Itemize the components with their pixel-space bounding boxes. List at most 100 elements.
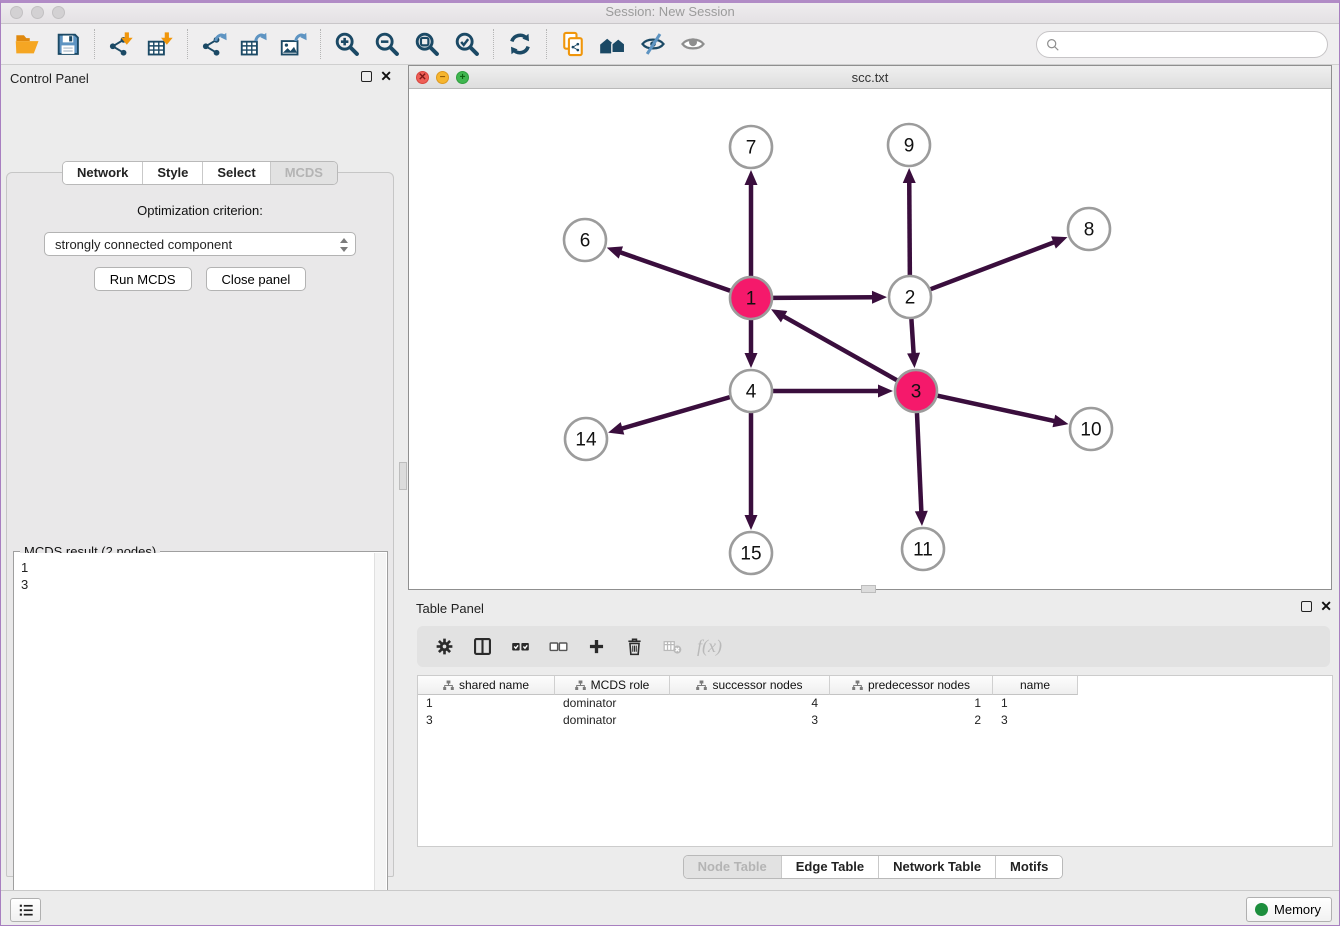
control-tab-style[interactable]: Style	[143, 162, 203, 184]
edge-arrow-4-14	[608, 422, 624, 434]
vertical-splitter-grip[interactable]	[399, 462, 407, 490]
refresh-icon	[506, 30, 534, 58]
column-header-successor-nodes[interactable]: successor nodes	[670, 676, 830, 695]
table-settings-button[interactable]	[427, 631, 461, 663]
close-panel-button[interactable]: Close panel	[206, 267, 307, 291]
control-tab-select[interactable]: Select	[203, 162, 270, 184]
select-all-rows-button[interactable]	[503, 631, 537, 663]
open-session-button[interactable]	[8, 27, 48, 61]
edge-3-10[interactable]	[937, 396, 1056, 422]
delete-columns-button[interactable]	[617, 631, 651, 663]
table-cell[interactable]: 1	[830, 695, 993, 712]
edge-3-1[interactable]	[781, 315, 896, 380]
import-table-button[interactable]	[141, 27, 181, 61]
table-cell[interactable]: 3	[670, 712, 830, 729]
import-network-button[interactable]	[101, 27, 141, 61]
hide-graphics-details-button[interactable]	[633, 27, 673, 61]
float-table-panel-icon[interactable]	[1301, 601, 1312, 612]
graph-node-3[interactable]: 3	[895, 370, 937, 412]
graph-node-10[interactable]: 10	[1070, 408, 1112, 450]
horizontal-splitter-grip[interactable]	[861, 585, 876, 593]
network-canvas[interactable]: 7 9 6 8 1 2 4 3 14 10 15 11	[409, 89, 1331, 589]
show-graphics-details-button[interactable]	[673, 27, 713, 61]
graph-node-1[interactable]: 1	[730, 277, 772, 319]
zoom-in-icon	[333, 30, 361, 58]
column-header-name[interactable]: name	[993, 676, 1078, 695]
table-row[interactable]: 1dominator411	[418, 695, 1332, 712]
toggle-columns-button[interactable]	[465, 631, 499, 663]
table-tab-edge-table[interactable]: Edge Table	[782, 856, 879, 878]
copy-network-icon	[559, 30, 587, 58]
node-label: 2	[905, 288, 916, 309]
optimization-select[interactable]: strongly connected component	[44, 232, 356, 256]
table-tab-motifs[interactable]: Motifs	[996, 856, 1062, 878]
run-mcds-button[interactable]: Run MCDS	[94, 267, 192, 291]
column-header-predecessor-nodes[interactable]: predecessor nodes	[830, 676, 993, 695]
graph-node-9[interactable]: 9	[888, 124, 930, 166]
graph-node-7[interactable]: 7	[730, 126, 772, 168]
delete-table-button[interactable]	[655, 631, 689, 663]
table-tab-network-table[interactable]: Network Table	[879, 856, 996, 878]
search-input[interactable]	[1065, 35, 1327, 55]
network-window-titlebar[interactable]: ✕ − + scc.txt	[409, 66, 1331, 89]
panels-menu-button[interactable]	[10, 898, 41, 922]
table-cell[interactable]: 4	[670, 695, 830, 712]
deselect-all-rows-button[interactable]	[541, 631, 575, 663]
result-scrollbar[interactable]	[374, 553, 386, 924]
edge-arrow-1-7	[745, 170, 758, 185]
first-neighbors-button[interactable]	[593, 27, 633, 61]
edge-2-9[interactable]	[909, 180, 910, 275]
import-table-icon	[147, 30, 175, 58]
table-tab-node-table[interactable]: Node Table	[684, 856, 782, 878]
memory-button[interactable]: Memory	[1246, 897, 1332, 922]
clone-network-button[interactable]	[553, 27, 593, 61]
zoom-in-button[interactable]	[327, 27, 367, 61]
edge-3-11[interactable]	[917, 413, 921, 514]
close-panel-icon[interactable]: ✕	[380, 71, 392, 82]
table-row[interactable]: 3dominator323	[418, 712, 1332, 729]
zoom-fit-button[interactable]	[407, 27, 447, 61]
table-cell[interactable]: 2	[830, 712, 993, 729]
table-cell[interactable]: dominator	[555, 695, 670, 712]
edge-1-2[interactable]	[773, 297, 875, 298]
graph-node-14[interactable]: 14	[565, 418, 607, 460]
select-stepper-icon	[338, 236, 350, 254]
float-panel-icon[interactable]	[361, 71, 372, 82]
eye-icon	[679, 30, 707, 58]
graph-node-2[interactable]: 2	[889, 276, 931, 318]
table-cell[interactable]: 3	[993, 712, 1078, 729]
mcds-result-item[interactable]: 1	[21, 559, 368, 576]
graph-node-11[interactable]: 11	[902, 528, 944, 570]
graph-node-8[interactable]: 8	[1068, 208, 1110, 250]
control-tab-network[interactable]: Network	[63, 162, 143, 184]
function-builder-button[interactable]: f(x)	[693, 636, 722, 657]
table-cell[interactable]: dominator	[555, 712, 670, 729]
export-table-button[interactable]	[234, 27, 274, 61]
edge-4-14[interactable]	[620, 397, 730, 429]
edge-2-8[interactable]	[931, 241, 1057, 289]
export-image-button[interactable]	[274, 27, 314, 61]
control-tab-mcds[interactable]: MCDS	[271, 162, 337, 184]
table-cell[interactable]: 1	[993, 695, 1078, 712]
column-header-MCDS-role[interactable]: MCDS role	[555, 676, 670, 695]
table-cell[interactable]: 1	[418, 695, 555, 712]
table-cell[interactable]: 3	[418, 712, 555, 729]
create-column-button[interactable]	[579, 631, 613, 663]
mcds-result-item[interactable]: 3	[21, 576, 368, 593]
zoom-out-button[interactable]	[367, 27, 407, 61]
edge-2-3[interactable]	[911, 319, 913, 356]
graph-node-15[interactable]: 15	[730, 532, 772, 574]
toolbar-separator	[546, 29, 547, 59]
apply-layout-button[interactable]	[500, 27, 540, 61]
edge-1-6[interactable]	[618, 252, 730, 291]
graph-node-6[interactable]: 6	[564, 219, 606, 261]
graph-node-4[interactable]: 4	[730, 370, 772, 412]
mcds-result-list[interactable]: 13	[15, 553, 374, 924]
zoom-selected-button[interactable]	[447, 27, 487, 61]
check-boxes-icon	[510, 636, 531, 657]
export-network-button[interactable]	[194, 27, 234, 61]
close-table-panel-icon[interactable]: ✕	[1320, 601, 1332, 612]
search-box[interactable]	[1036, 31, 1328, 58]
column-header-shared-name[interactable]: shared name	[418, 676, 555, 695]
save-session-button[interactable]	[48, 27, 88, 61]
